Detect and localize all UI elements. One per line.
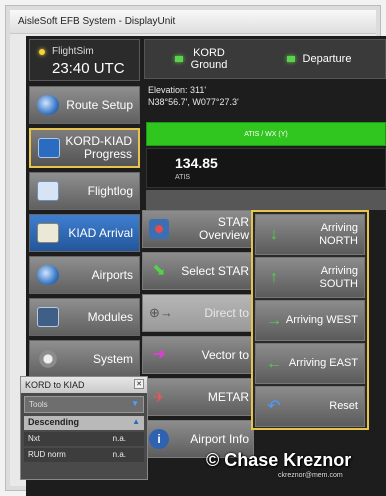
- tab-departure[interactable]: Departure: [255, 40, 383, 78]
- chevron-down-icon: ▼: [131, 399, 139, 408]
- sim-label: FlightSim: [52, 46, 94, 57]
- airplane-icon: [38, 138, 60, 158]
- button-label: Select STAR: [181, 263, 249, 278]
- metar-button[interactable]: ✈ METAR: [142, 378, 254, 416]
- arrow-right-icon: →: [266, 311, 282, 329]
- button-label: Arriving NORTH: [319, 221, 358, 247]
- status-led-icon: [286, 56, 295, 62]
- status-led-icon: [39, 49, 45, 55]
- button-label: Arriving SOUTH: [319, 264, 359, 290]
- row-label: Nxt: [28, 434, 40, 443]
- departure-label: Departure: [302, 53, 352, 65]
- nav-label: System: [92, 351, 133, 366]
- star-overview-button[interactable]: STAR Overview: [142, 210, 254, 248]
- atis-frequency: 134.85 ATIS: [146, 148, 386, 188]
- route-mini-window: KORD to KIAD ✕ Tools ▼ Descending ▲ Nxt …: [20, 376, 148, 480]
- mini-window-titlebar[interactable]: KORD to KIAD ✕: [21, 377, 147, 393]
- button-label: STAR Overview: [198, 215, 249, 242]
- nav-progress[interactable]: KORD-KIAD Progress: [29, 128, 140, 168]
- frequency-unit: ATIS: [175, 174, 191, 181]
- button-label: Arriving EAST: [288, 357, 358, 369]
- button-label: Direct to: [204, 305, 249, 320]
- arrow-up-icon: ↑: [270, 268, 278, 286]
- section-header[interactable]: Descending ▲: [24, 416, 144, 430]
- nav-label: KORD-KIAD Progress: [65, 134, 132, 161]
- arriving-south-button[interactable]: ↑ Arriving SOUTH: [255, 257, 365, 298]
- gear-icon: [37, 349, 59, 369]
- select-arrow-icon: ⬊: [152, 262, 166, 279]
- list-item: Nxt n.a.: [24, 432, 144, 446]
- mini-window-title: KORD to KIAD: [25, 380, 85, 390]
- clipboard-icon: [37, 223, 59, 243]
- nav-arrival[interactable]: KIAD Arrival: [29, 214, 140, 252]
- list-item: RUD norm n.a.: [24, 448, 144, 462]
- tab-ground-text: KORD Ground: [191, 47, 228, 71]
- row-value: n.a.: [112, 434, 126, 443]
- tools-dropdown[interactable]: Tools ▼: [24, 396, 144, 413]
- clock-panel: FlightSim 23:40 UTC: [29, 39, 140, 81]
- airport-code: KORD: [193, 47, 225, 59]
- status-led-icon: [174, 56, 183, 62]
- dropdown-value: Tools: [29, 400, 48, 409]
- globe-icon: [37, 265, 59, 285]
- nav-label: Flightlog: [87, 183, 133, 198]
- select-star-button[interactable]: ⬊ Select STAR: [142, 252, 254, 290]
- button-label: METAR: [207, 389, 249, 404]
- arriving-east-button[interactable]: ← Arriving EAST: [255, 343, 365, 384]
- utc-time: 23:40 UTC: [52, 60, 125, 77]
- row-label: RUD norm: [28, 450, 66, 459]
- nav-system[interactable]: System: [29, 340, 140, 378]
- direct-to-button[interactable]: ⊕→ Direct to: [142, 294, 254, 332]
- airport-sub: Ground: [190, 59, 228, 71]
- nav-route-setup[interactable]: Route Setup: [29, 86, 140, 124]
- button-label: Reset: [329, 400, 358, 412]
- arrow-left-icon: ←: [266, 354, 282, 372]
- vector-arrow-icon: ➜: [152, 346, 166, 363]
- nav-label: KIAD Arrival: [68, 225, 133, 240]
- content-panel: [146, 190, 386, 210]
- logbook-icon: [37, 181, 59, 201]
- nav-label: Modules: [87, 309, 133, 324]
- watermark-email: ckreznor@mem.com: [278, 472, 343, 479]
- nav-airports[interactable]: Airports: [29, 256, 140, 294]
- close-icon[interactable]: ✕: [134, 379, 144, 389]
- reset-button[interactable]: ↶ Reset: [255, 386, 365, 427]
- watermark: © Chase Kreznor: [206, 450, 352, 470]
- elevation: Elevation: 311': [148, 85, 207, 95]
- section-label: Descending: [28, 417, 80, 427]
- airport-info: Elevation: 311' N38°56.7', W077°27.3': [144, 80, 386, 122]
- info-icon: i: [149, 429, 169, 449]
- arriving-west-button[interactable]: → Arriving WEST: [255, 300, 365, 341]
- module-icon: [37, 307, 59, 327]
- nav-flightlog[interactable]: Flightlog: [29, 172, 140, 210]
- star-direction-menu: ↓ Arriving NORTH ↑ Arriving SOUTH → Arri…: [251, 210, 369, 430]
- coordinates: N38°56.7', W077°27.3': [148, 97, 239, 107]
- frequency-value: 134.85: [175, 155, 218, 171]
- nav-label: Airports: [91, 267, 133, 282]
- button-label: Airport Info: [190, 431, 249, 446]
- nav-label: Route Setup: [66, 97, 133, 112]
- chevron-up-icon: ▲: [132, 417, 140, 426]
- atis-bar[interactable]: ATIS / WX (Y): [146, 122, 386, 146]
- window-title: AisleSoft EFB System - DisplayUnit: [10, 10, 376, 34]
- arrow-down-icon: ↓: [270, 225, 278, 243]
- button-label: Arriving WEST: [285, 314, 358, 326]
- vector-to-button[interactable]: ➜ Vector to: [142, 336, 254, 374]
- direct-to-icon: ⊕→: [149, 305, 173, 320]
- tab-ground[interactable]: KORD Ground: [151, 40, 251, 78]
- nav-modules[interactable]: Modules: [29, 298, 140, 336]
- arriving-north-button[interactable]: ↓ Arriving NORTH: [255, 214, 365, 255]
- globe-icon: [37, 95, 59, 115]
- reset-icon: ↶: [267, 397, 281, 415]
- button-label: Vector to: [201, 347, 249, 362]
- metar-icon: ✈: [153, 389, 165, 405]
- row-value: n.a.: [112, 450, 126, 459]
- airport-header: KORD Ground Departure: [144, 39, 386, 79]
- map-icon: [149, 219, 169, 239]
